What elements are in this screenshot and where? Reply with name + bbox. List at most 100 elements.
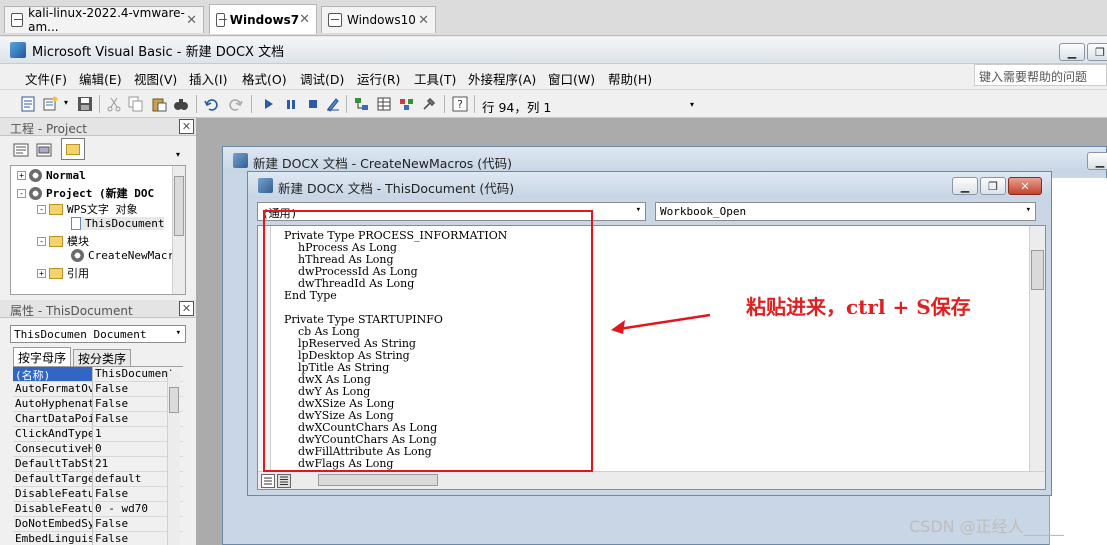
properties-scrollbar[interactable] [167,371,180,545]
tree-toggle[interactable]: - [37,236,46,246]
close-button[interactable]: ✕ [1008,177,1042,195]
object-browser-icon[interactable] [399,96,415,112]
scrollbar-thumb[interactable] [1031,250,1044,290]
close-icon[interactable]: ✕ [418,13,429,28]
tree-scrollbar[interactable] [172,166,185,294]
menu-debug[interactable]: 调试(D) [300,69,344,88]
tree-node-thisdocument[interactable]: ThisDocument [71,217,165,230]
reset-icon[interactable] [305,96,321,112]
view-code-icon[interactable] [13,142,29,158]
run-icon[interactable] [260,96,276,112]
scrollbar-thumb[interactable] [318,474,438,486]
property-row[interactable]: DefaultTargetFramedefault [13,472,183,487]
vm-tab-windows10[interactable]: Windows10 ✕ [321,6,436,33]
menu-tools[interactable]: 工具(T) [414,69,456,88]
window-title: Microsoft Visual Basic - 新建 DOCX 文档 [32,44,285,60]
property-row[interactable]: EmbedLinguisticDataFalse [13,532,183,545]
restore-button[interactable]: ❐ [980,177,1006,195]
folder-icon [49,267,63,279]
menu-help[interactable]: 帮助(H) [608,69,652,88]
insert-module-icon[interactable] [42,96,58,112]
scrollbar-thumb[interactable] [169,387,179,413]
help-icon[interactable]: ? [452,96,468,112]
property-row[interactable]: AutoHyphenationFalse [13,397,183,412]
design-mode-icon[interactable] [325,96,341,112]
view-word-icon[interactable] [20,96,36,112]
scrollbar-thumb[interactable] [174,176,184,236]
object-select[interactable]: ThisDocumen Document ▾ [10,325,186,343]
property-name: DefaultTargetFrame [13,472,93,486]
property-row[interactable]: (名称) ThisDocument [13,367,183,382]
property-row[interactable]: ChartDataPointTrackFalse [13,412,183,427]
minimize-button[interactable]: ▁ [1087,152,1107,170]
tree-toggle[interactable]: - [37,204,46,214]
menu-view[interactable]: 视图(V) [134,69,177,88]
project-panel-title: 工程 - Project ✕ [0,118,196,136]
find-icon[interactable] [173,96,189,112]
procedure-view-icon[interactable] [261,474,275,488]
vm-tab-windows7[interactable]: Windows7 ✕ [209,4,317,34]
menu-format[interactable]: 格式(O) [242,69,287,88]
menu-insert[interactable]: 插入(I) [189,69,227,88]
copy-icon[interactable] [128,96,144,112]
close-icon[interactable]: ✕ [186,13,197,28]
property-row[interactable]: DoNotEmbedSystemFontsFalse [13,517,183,532]
property-row[interactable]: DisableFeaturesFalse [13,487,183,502]
tree-node-references[interactable]: + 引用 [37,265,89,281]
tree-node-normal[interactable]: + Normal [17,169,86,182]
paste-icon[interactable] [151,96,167,112]
toolbox-icon[interactable] [421,96,437,112]
view-object-icon[interactable] [36,142,52,158]
toolbar-options-icon[interactable]: ▾ [690,100,694,109]
dropdown-arrow-icon: ▾ [175,328,181,338]
property-row[interactable]: AutoFormatOverrideFalse [13,382,183,397]
tab-categorized[interactable]: 按分类序 [73,349,132,366]
vm-tab-strip: kali-linux-2022.4-vmware-am... ✕ Windows… [0,0,1107,36]
toggle-folders-button[interactable] [61,138,85,160]
help-search-input[interactable]: 键入需要帮助的问题 [974,64,1107,86]
tab-alphabetic[interactable]: 按字母序 [13,347,72,366]
code-horizontal-scrollbar[interactable] [258,471,1045,489]
tree-toggle[interactable]: + [37,268,46,278]
tree-node-modules[interactable]: - 模块 [37,233,89,249]
menu-file[interactable]: 文件(F) [25,69,67,88]
procedure-dropdown[interactable]: Workbook_Open ▾ [655,202,1036,221]
tree-toggle[interactable]: + [17,171,26,180]
property-row[interactable]: ConsecutiveHyphens0 [13,442,183,457]
menu-run[interactable]: 运行(R) [357,69,400,88]
standard-toolbar: ▾ ? 行 94，列 1 ▾ [0,90,1107,118]
redo-icon[interactable] [227,96,243,112]
property-row[interactable]: DefaultTabStop21 [13,457,183,472]
menu-window[interactable]: 窗口(W) [548,69,595,88]
object-select-value: ThisDocumen Document [14,328,147,341]
tree-toggle[interactable]: - [17,188,26,198]
project-explorer-icon[interactable] [354,96,370,112]
pause-icon[interactable] [283,96,299,112]
tree-node-createnewmacros[interactable]: CreateNewMacr [71,249,174,262]
dropdown-arrow-icon[interactable]: ▾ [64,98,68,107]
restore-button[interactable]: ❐ [1087,43,1107,61]
undo-icon[interactable] [204,96,220,112]
full-module-view-icon[interactable] [277,474,291,488]
dropdown-arrow-icon[interactable]: ▾ [176,150,180,159]
properties-window-icon[interactable] [376,96,392,112]
cut-icon[interactable] [106,96,122,112]
save-icon[interactable] [77,96,93,112]
close-icon[interactable]: ✕ [299,12,310,27]
menu-edit[interactable]: 编辑(E) [79,69,122,88]
annotation-arrow-icon [611,313,711,334]
minimize-button[interactable]: ▁ [1059,43,1085,61]
minimize-icon: ▁ [1095,154,1105,168]
property-row[interactable]: DisableFeaturesIntroduced0 - wd70 [13,502,183,517]
minimize-button[interactable]: ▁ [952,177,978,195]
vm-tab-kali[interactable]: kali-linux-2022.4-vmware-am... ✕ [4,6,204,34]
vm-tab-label: Windows10 [347,13,416,27]
code-vertical-scrollbar[interactable] [1029,226,1045,471]
property-row[interactable]: ClickAndTypeParagraph1 [13,427,183,442]
close-icon[interactable]: ✕ [179,301,194,316]
tree-node-project[interactable]: - Project (新建 DOC [17,185,154,201]
menu-addins[interactable]: 外接程序(A) [468,69,536,88]
toolbar-separator [99,95,100,113]
close-icon[interactable]: ✕ [179,119,194,134]
tree-node-wps-objects[interactable]: - WPS文字 对象 [37,201,138,217]
